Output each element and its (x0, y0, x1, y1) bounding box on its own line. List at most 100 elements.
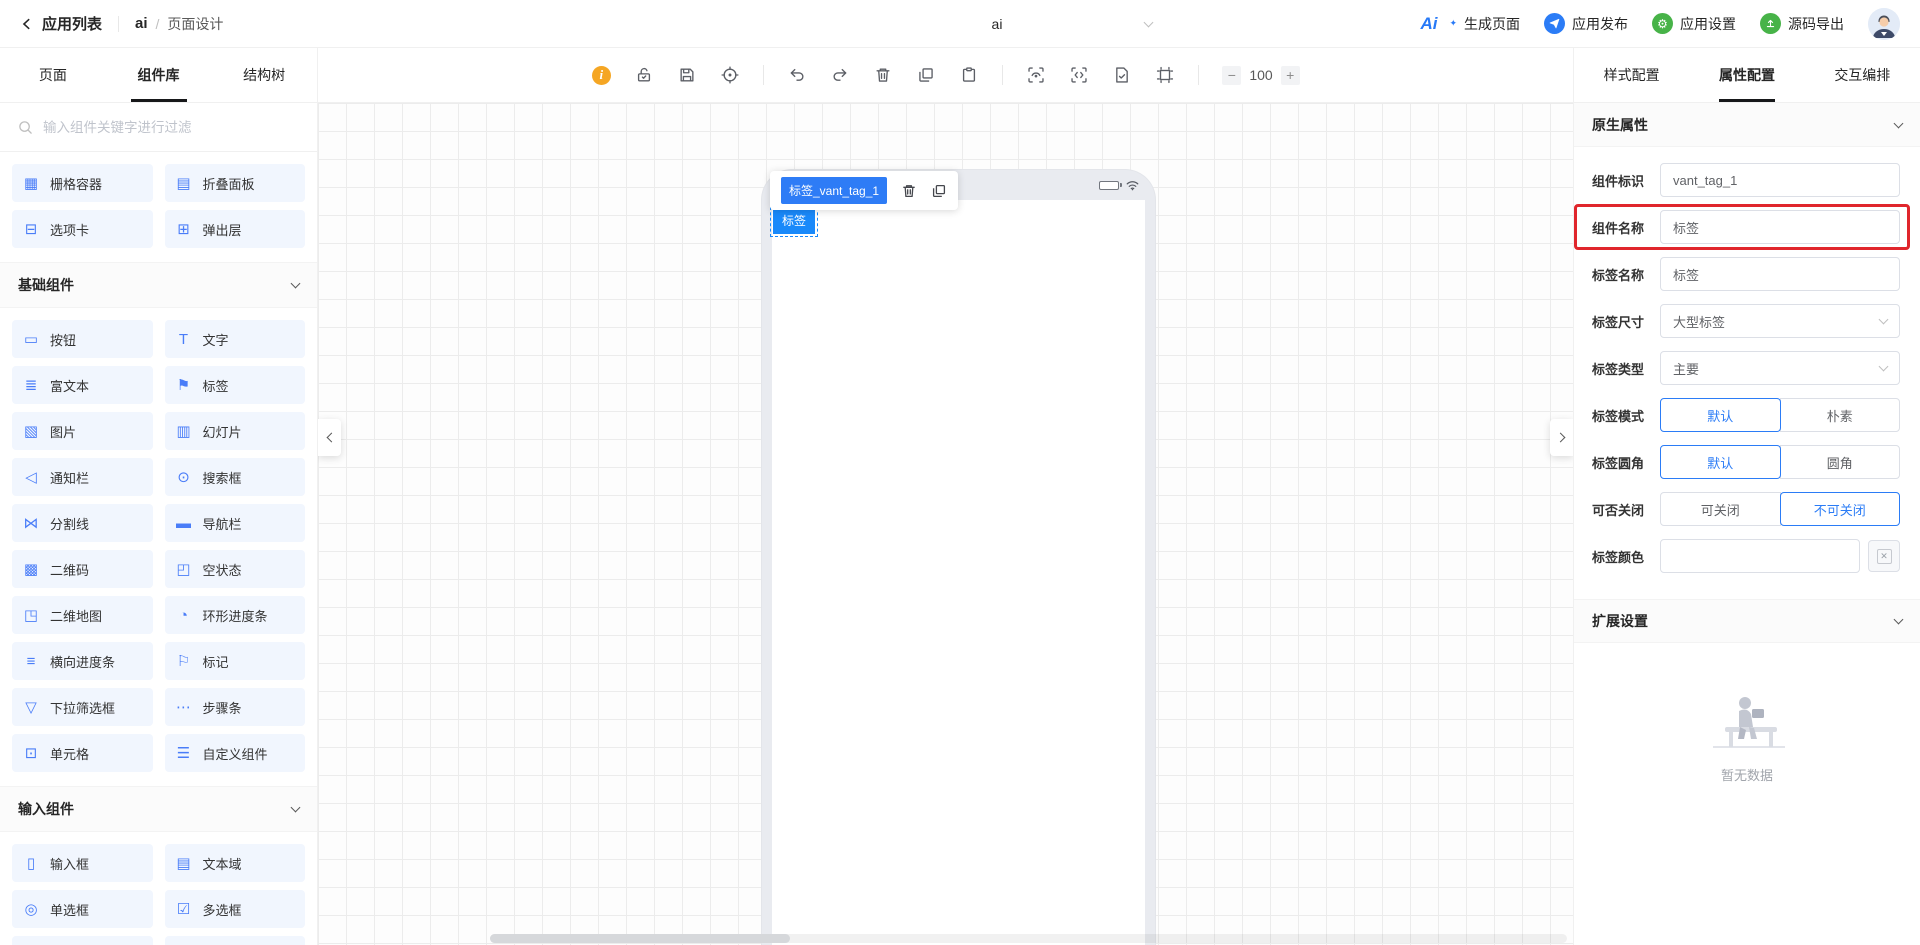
page-select-value: ai (991, 16, 1003, 32)
tab-property-config[interactable]: 属性配置 (1689, 48, 1804, 102)
preview-button[interactable] (1026, 65, 1046, 85)
extend-settings-section-header[interactable]: 扩展设置 (1574, 599, 1920, 643)
source-export-button[interactable]: 源码导出 (1760, 13, 1844, 34)
top-bar: 应用列表 ai / 页面设计 ai Ai ✦ 生成页面 应用发布 ⚙ 应用设置 (0, 0, 1920, 48)
tag-closable-segment-option[interactable]: 可关闭 (1660, 492, 1781, 526)
design-canvas[interactable]: 标签 标签_vant_tag_1 (318, 103, 1573, 945)
tab-interaction[interactable]: 交互编排 (1805, 48, 1920, 102)
horizontal-scrollbar-thumb[interactable] (490, 934, 790, 943)
select-value: 主要 (1673, 361, 1700, 377)
validate-button[interactable] (1112, 65, 1132, 85)
app-publish-button[interactable]: 应用发布 (1544, 13, 1628, 34)
tag-mode-segment-option[interactable]: 朴素 (1779, 398, 1900, 432)
component-item[interactable]: ◳ 二维地图 (12, 596, 153, 634)
clear-color-button[interactable]: ✕ (1868, 540, 1900, 572)
chevron-down-icon (1143, 17, 1154, 28)
component-item[interactable]: ▦ 栅格容器 (12, 164, 153, 202)
component-item[interactable]: ☰ 自定义组件 (164, 734, 305, 772)
component-item[interactable]: ◎ 单选框 (12, 890, 153, 928)
info-button[interactable]: i (591, 65, 611, 85)
native-props-section-header[interactable]: 原生属性 (1574, 103, 1920, 147)
tab-pages[interactable]: 页面 (0, 48, 106, 102)
component-item[interactable]: ⊡ 单元格 (12, 734, 153, 772)
selected-tag-component[interactable]: 标签 (769, 207, 819, 237)
tab-style-config[interactable]: 样式配置 (1574, 48, 1689, 102)
collapse-right-panel-handle[interactable] (1550, 419, 1573, 456)
field-label: 组件标识 (1592, 173, 1645, 189)
collapse-left-panel-handle[interactable] (318, 419, 341, 456)
tag-round-segment-option[interactable]: 默认 (1660, 445, 1781, 479)
frame-button[interactable] (1155, 65, 1175, 85)
copy-button[interactable] (916, 65, 936, 85)
delete-component-button[interactable] (900, 182, 917, 199)
component-item[interactable]: ◔ 环形进度条 (164, 596, 305, 634)
component-item[interactable]: ◁ 通知栏 (12, 458, 153, 496)
tag-name-field[interactable] (1660, 257, 1900, 291)
save-button[interactable] (677, 65, 697, 85)
component-item[interactable]: ⚑ 标签 (164, 366, 305, 404)
component-item[interactable]: ▩ 二维码 (12, 550, 153, 588)
component-item[interactable]: ▤ 折叠面板 (164, 164, 305, 202)
zoom-in-button[interactable]: + (1280, 65, 1300, 85)
copy-component-button[interactable] (930, 182, 947, 199)
source-code-button[interactable] (1069, 65, 1089, 85)
tab-component-library[interactable]: 组件库 (106, 48, 212, 102)
component-item[interactable]: ▤ 文本域 (164, 844, 305, 882)
delete-button[interactable] (873, 65, 893, 85)
tag-mode-segment-option[interactable]: 默认 (1660, 398, 1781, 432)
component-item[interactable]: ▬ 导航栏 (164, 504, 305, 542)
tag-type-select[interactable]: 主要 (1660, 351, 1900, 385)
component-item[interactable]: ⊟ 选项卡 (12, 210, 153, 248)
component-item[interactable]: ⋈ 分割线 (12, 504, 153, 542)
component-id-field[interactable] (1660, 163, 1900, 197)
steps-icon: ⋯ (176, 698, 191, 716)
trash-icon (876, 68, 890, 82)
component-item[interactable]: ≣ 富文本 (12, 366, 153, 404)
app-settings-button[interactable]: ⚙ 应用设置 (1652, 13, 1736, 34)
component-item[interactable]: ▧ 图片 (12, 412, 153, 450)
undo-button[interactable] (787, 65, 807, 85)
component-item-label: 折叠面板 (202, 176, 255, 192)
tag-round-segment-option[interactable]: 圆角 (1779, 445, 1900, 479)
generate-page-label: 生成页面 (1464, 15, 1520, 32)
component-item[interactable]: ☑ 多选框 (164, 890, 305, 928)
redo-icon (833, 68, 847, 81)
component-item[interactable]: ≡ 横向进度条 (12, 642, 153, 680)
unlock-button[interactable] (634, 65, 654, 85)
component-item[interactable]: ⊞ 弹出层 (164, 210, 305, 248)
tag-color-field[interactable] (1660, 539, 1860, 573)
generate-page-button[interactable]: Ai ✦ 生成页面 (1420, 14, 1520, 34)
component-name-field[interactable] (1660, 210, 1900, 244)
component-item[interactable]: ⋯ 步骤条 (164, 688, 305, 726)
paste-button[interactable] (959, 65, 979, 85)
target-button[interactable] (720, 65, 740, 85)
component-item[interactable]: ⚐ 标记 (164, 642, 305, 680)
component-item[interactable]: ▾选择框 (12, 936, 153, 945)
component-search-input[interactable] (43, 119, 299, 135)
tag-round-segment-row: 标签圆角 默认 圆角 (1592, 445, 1900, 479)
component-item[interactable]: ≫级联选择 (164, 936, 305, 945)
field-label: 标签模式 (1592, 408, 1645, 424)
artboard-icon (1157, 66, 1174, 84)
tab-structure-tree[interactable]: 结构树 (211, 48, 317, 102)
page-select-dropdown[interactable]: ai (832, 0, 1162, 48)
redo-button[interactable] (830, 65, 850, 85)
section-header-input[interactable]: 输入组件 (0, 786, 317, 832)
component-item[interactable]: ◰ 空状态 (164, 550, 305, 588)
richtext-icon: ≣ (24, 376, 38, 394)
section-title: 基础组件 (18, 277, 74, 293)
zoom-out-button[interactable]: − (1222, 65, 1242, 85)
component-item[interactable]: ⊙ 搜索框 (164, 458, 305, 496)
field-label: 标签名称 (1592, 267, 1645, 283)
back-to-app-list[interactable]: 应用列表 (20, 13, 102, 34)
component-item[interactable]: ▥ 幻灯片 (164, 412, 305, 450)
component-item[interactable]: ▭ 按钮 (12, 320, 153, 358)
user-avatar[interactable] (1868, 7, 1900, 40)
component-item[interactable]: ▽ 下拉筛选框 (12, 688, 153, 726)
tag-size-select[interactable]: 大型标签 (1660, 304, 1900, 338)
component-item[interactable]: ▯ 输入框 (12, 844, 153, 882)
tag-closable-segment-option[interactable]: 不可关闭 (1779, 492, 1900, 526)
section-header-basic[interactable]: 基础组件 (0, 262, 317, 308)
left-panel: 页面 组件库 结构树 ▦栅格容器 ▤折叠面板 ⊟选项卡 ⊞弹出层 基础组件 ▭按钮 T文… (0, 48, 318, 945)
component-item[interactable]: T 文字 (164, 320, 305, 358)
